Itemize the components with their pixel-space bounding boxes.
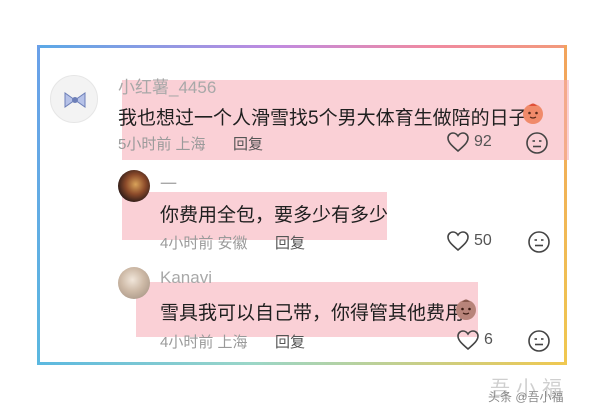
- bow-icon: [64, 92, 86, 108]
- comment-time: 4小时前: [160, 334, 214, 351]
- comment-meta: 5小时前 上海: [118, 133, 206, 154]
- comment-meta: 4小时前 上海: [160, 331, 248, 352]
- like-count: 6: [484, 331, 493, 348]
- blush-face-icon: [523, 103, 543, 124]
- frame-bottom-border: [37, 362, 567, 365]
- avatar[interactable]: [118, 267, 150, 299]
- comment-location: 上海: [175, 136, 206, 153]
- comment-text: 我也想过一个人滑雪找5个男大体育生做陪的日子: [118, 108, 528, 129]
- comment-text: 你费用全包，要多少有多少: [160, 205, 389, 226]
- frame-top-border: [37, 45, 567, 48]
- avatar[interactable]: [118, 170, 150, 202]
- heart-icon[interactable]: [446, 131, 470, 153]
- username[interactable]: 小红薯_4456: [118, 73, 216, 98]
- frame-left-border: [37, 45, 40, 365]
- comment-time: 5小时前: [118, 136, 172, 153]
- comment-location: 上海: [217, 334, 248, 351]
- comment-location: 安徽: [217, 235, 248, 252]
- reply-button[interactable]: 回复: [275, 232, 305, 253]
- comment-meta: 4小时前 安徽: [160, 232, 248, 253]
- comment-text: 雪具我可以自己带，你得管其他费用: [160, 303, 465, 324]
- blush-face-icon: [456, 299, 476, 320]
- dislike-face-icon[interactable]: [527, 329, 551, 353]
- reply-button[interactable]: 回复: [275, 331, 305, 352]
- reply-button[interactable]: 回复: [233, 133, 263, 154]
- heart-icon[interactable]: [456, 329, 480, 351]
- username[interactable]: 一: [160, 170, 177, 195]
- username[interactable]: Kanavi: [160, 268, 212, 288]
- dislike-face-icon[interactable]: [525, 131, 549, 155]
- heart-icon[interactable]: [446, 230, 470, 252]
- comment-time: 4小时前: [160, 235, 214, 252]
- like-count: 50: [474, 232, 492, 249]
- watermark-text: 头条 @吾小福: [488, 390, 564, 404]
- like-count: 92: [474, 133, 492, 150]
- avatar[interactable]: [50, 75, 98, 123]
- dislike-face-icon[interactable]: [527, 230, 551, 254]
